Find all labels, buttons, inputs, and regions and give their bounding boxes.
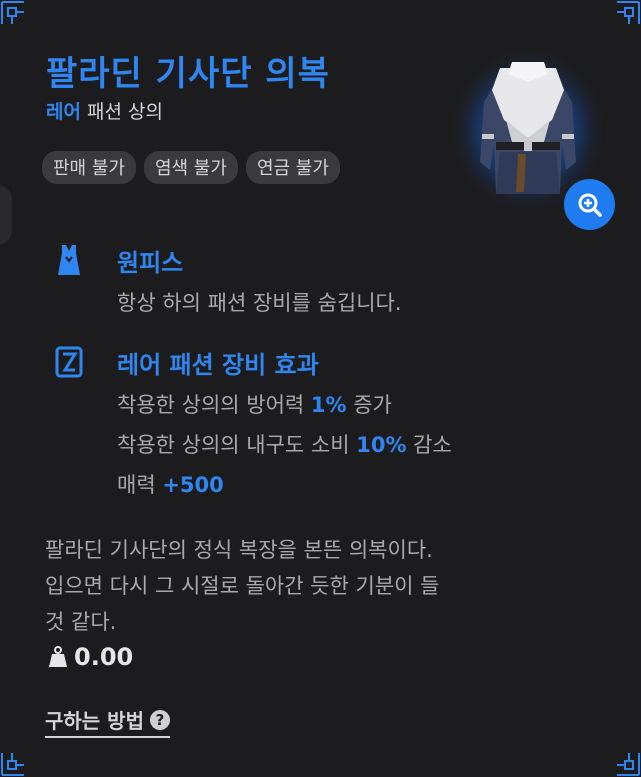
restriction-tags: 판매 불가 염색 불가 연금 불가 <box>42 151 340 184</box>
effect-line: 착용한 상의의 내구도 소비 10% 감소 <box>117 433 452 457</box>
weight-icon <box>49 646 67 667</box>
how-to-obtain-link[interactable]: 구하는 방법 ? <box>45 705 170 738</box>
effect-title: 레어 패션 장비 효과 <box>117 351 319 379</box>
how-to-obtain-label: 구하는 방법 <box>45 709 144 733</box>
corner-ornament-icon <box>607 0 641 34</box>
item-rarity: 레어 <box>46 101 81 123</box>
zoom-button[interactable] <box>564 179 615 230</box>
item-weight: 0.00 <box>48 643 133 671</box>
corner-ornament-icon <box>0 0 34 34</box>
weight-value: 0.00 <box>74 643 134 671</box>
corner-ornament-icon <box>607 743 641 777</box>
effect-title: 원피스 <box>117 249 184 277</box>
item-name: 팔라딘 기사단 의복 <box>46 54 330 94</box>
item-category: 패션 상의 <box>86 101 163 123</box>
item-description: 팔라딘 기사단의 정식 복장을 본뜬 의복이다. 입으면 다시 그 시절로 돌아… <box>45 538 440 634</box>
effect-line: 매력 +500 <box>117 473 224 497</box>
effect-line: 착용한 상의의 방어력 1% 증가 <box>117 393 392 417</box>
item-tooltip-panel: 팔라딘 기사단 의복 레어 패션 상의 판매 불가 염색 불가 연금 불가 원피… <box>0 0 641 777</box>
magnifier-plus-icon <box>578 193 602 217</box>
corner-ornament-icon <box>0 743 34 777</box>
fashion-effect-icon <box>52 345 86 379</box>
panel-edge-tab <box>0 185 12 245</box>
tag-no-alchemy: 연금 불가 <box>245 151 340 184</box>
effect-line: 항상 하의 패션 장비를 숨깁니다. <box>117 291 402 315</box>
tag-no-dye: 염색 불가 <box>143 151 238 184</box>
item-type-line: 레어 패션 상의 <box>46 97 163 124</box>
help-icon: ? <box>149 709 170 730</box>
tag-no-sell: 판매 불가 <box>42 151 136 184</box>
dress-icon <box>52 243 86 277</box>
